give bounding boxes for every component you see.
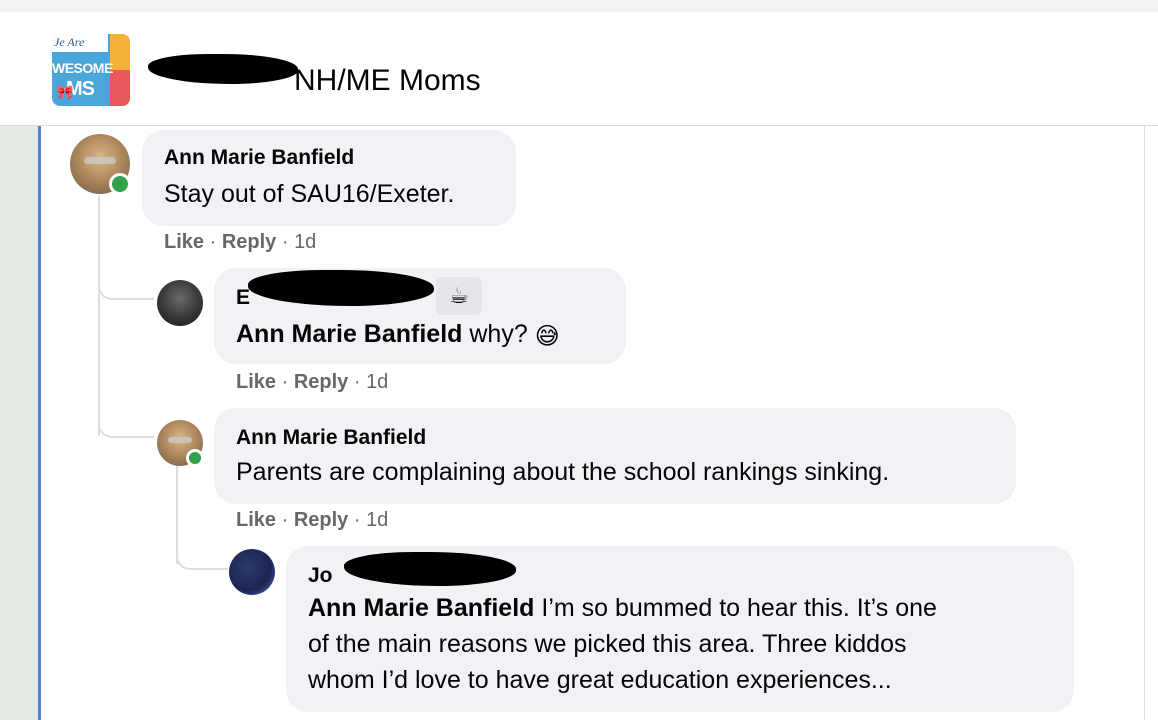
comment-timestamp[interactable]: 1d (366, 371, 388, 393)
comment-text: Parents are complaining about the school… (236, 458, 890, 486)
redaction-mark (148, 54, 298, 84)
reply-link[interactable]: Reply (294, 371, 348, 393)
comment-text: Stay out of SAU16/Exeter. (164, 180, 455, 208)
facebook-comment-thread: Je Are WESOME MS 🎀 NH/ME Moms Ann Marie … (0, 0, 1158, 720)
comment-text: Ann Marie Banfield I’m so bummed to hear… (308, 594, 937, 694)
coffee-cup-icon[interactable]: ☕ (436, 277, 482, 315)
mention-link[interactable]: Ann Marie Banfield (236, 320, 462, 348)
top-divider (0, 0, 1158, 12)
like-link[interactable]: Like (164, 231, 204, 253)
like-link[interactable]: Like (236, 509, 276, 531)
group-name[interactable]: NH/ME Moms (294, 64, 481, 98)
comment-actions: Like · Reply · 1d (164, 231, 317, 253)
comment-author[interactable]: Jo (308, 564, 333, 588)
thread-branch (98, 408, 154, 438)
avatar[interactable] (157, 280, 203, 326)
comment-bubble: Jo Ann Marie Banfield I’m so bummed to h… (286, 546, 1074, 712)
grinning-sweat-emoji: 😅 (534, 323, 560, 350)
right-border (1144, 126, 1145, 720)
comment-bubble: Ann Marie Banfield Parents are complaini… (214, 408, 1016, 504)
online-status-dot (186, 449, 204, 467)
comment-timestamp[interactable]: 1d (366, 509, 388, 531)
like-link[interactable]: Like (236, 371, 276, 393)
comment-timestamp[interactable]: 1d (294, 231, 316, 253)
left-margin (0, 126, 40, 720)
thread-line (98, 196, 100, 436)
redaction-mark (248, 270, 434, 306)
reply-link[interactable]: Reply (222, 231, 276, 253)
mention-link[interactable]: Ann Marie Banfield (308, 594, 534, 622)
avatar[interactable] (229, 549, 275, 595)
comment-bubble: Ann Marie Banfield Stay out of SAU16/Exe… (142, 130, 516, 226)
group-header: Je Are WESOME MS 🎀 NH/ME Moms (0, 12, 1158, 126)
thread-branch (176, 540, 228, 570)
comment-actions: Like · Reply · 1d (236, 371, 389, 393)
comment-author[interactable]: Ann Marie Banfield (236, 426, 426, 450)
thread-branch (98, 270, 154, 300)
comment-text: Ann Marie Banfield why? 😅 (236, 316, 560, 355)
comment-author[interactable]: Ann Marie Banfield (164, 146, 354, 170)
bow-icon: 🎀 (56, 84, 74, 100)
logo-text-line1: Je Are (54, 35, 85, 49)
group-logo[interactable]: Je Are WESOME MS 🎀 (52, 34, 130, 106)
highlight-rail (38, 126, 41, 720)
comment-author[interactable]: E (236, 286, 250, 310)
logo-text-line2: WESOME (52, 60, 113, 76)
online-status-dot (109, 173, 131, 195)
redaction-mark (344, 552, 516, 586)
reply-link[interactable]: Reply (294, 509, 348, 531)
comment-actions: Like · Reply · 1d (236, 509, 389, 531)
comment-bubble: E ☕ Ann Marie Banfield why? 😅 (214, 268, 626, 364)
